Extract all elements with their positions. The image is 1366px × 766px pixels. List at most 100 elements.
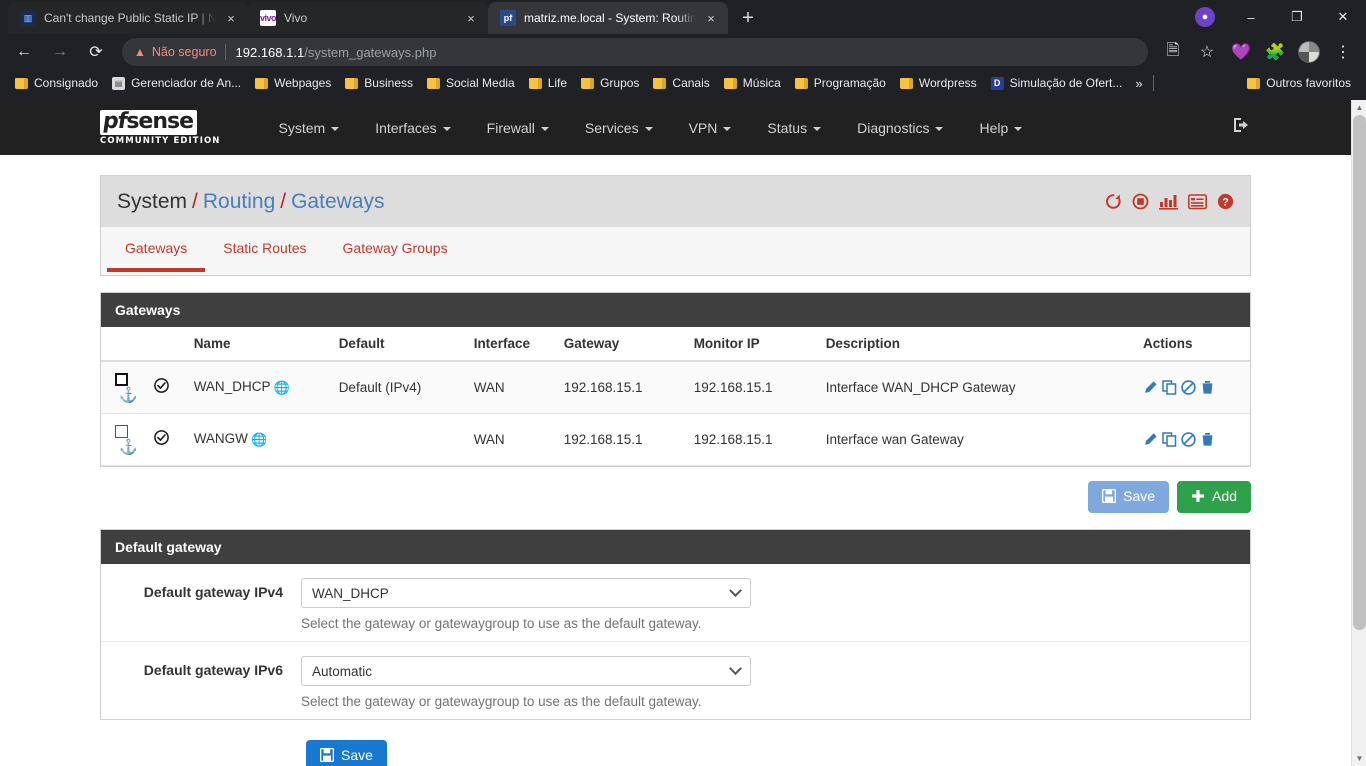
back-icon[interactable]: ← (9, 37, 39, 67)
row-checkbox[interactable] (115, 372, 128, 386)
copy-icon[interactable] (1162, 432, 1177, 447)
tab-gateways[interactable]: Gateways (107, 227, 206, 272)
page-scrollbar[interactable]: ▲ ▼ (1351, 100, 1366, 766)
stop-icon[interactable] (1132, 193, 1149, 210)
bookmark-label: Programação (813, 76, 886, 90)
d-icon: D (990, 76, 1004, 90)
anchor-icon[interactable]: ⚓ (119, 387, 138, 404)
bookmarks-divider (1152, 75, 1154, 91)
edit-icon[interactable] (1143, 380, 1158, 395)
menu-item-diagnostics[interactable]: Diagnostics (839, 120, 961, 136)
bookmark-item[interactable]: Social Media (420, 72, 522, 94)
logo-sense: sense (126, 108, 194, 134)
bookmark-star-icon[interactable]: ☆ (1192, 37, 1222, 67)
browser-tab-1[interactable]: ▥ Can't change Public Static IP | Ne × (8, 2, 248, 34)
forward-icon[interactable]: → (45, 37, 75, 67)
tab-gateway-groups[interactable]: Gateway Groups (325, 227, 466, 272)
bookmark-item[interactable]: Programação (788, 72, 893, 94)
tab-static-routes[interactable]: Static Routes (205, 227, 324, 272)
menu-item-help[interactable]: Help (961, 120, 1040, 136)
warning-triangle-icon: ▲ (134, 45, 146, 59)
bookmark-item[interactable]: ▤ Gerenciador de An... (105, 72, 248, 94)
delete-icon[interactable] (1200, 432, 1215, 447)
bookmark-item[interactable]: Business (338, 72, 420, 94)
chevron-down-icon (729, 583, 742, 597)
default-gateway-ipv6-select[interactable]: Automatic (301, 656, 751, 686)
close-icon[interactable]: × (702, 9, 720, 27)
table-header-row: Name Default Interface Gateway Monitor I… (101, 327, 1250, 362)
menu-item-services[interactable]: Services (567, 120, 671, 136)
browser-tab-2[interactable]: vivo Vivo × (248, 2, 488, 34)
profile-badge-icon[interactable]: ● (1182, 0, 1228, 34)
row-select-cell: ⚓ (101, 413, 146, 466)
bookmark-item[interactable]: Life (522, 72, 574, 94)
status-chart-icon[interactable] (1159, 193, 1178, 210)
form-save-button[interactable]: Save (306, 740, 387, 766)
delete-icon[interactable] (1200, 380, 1215, 395)
logout-icon[interactable] (1233, 117, 1251, 138)
new-tab-button[interactable]: + (734, 4, 762, 32)
chevron-down-icon (331, 126, 340, 131)
gateway-name: WANGW (193, 431, 248, 446)
chrome-menu-icon[interactable]: ⋮ (1328, 37, 1358, 67)
bookmark-label: Wordpress (918, 76, 977, 90)
other-bookmarks-item[interactable]: Outros favoritos (1240, 72, 1358, 94)
breadcrumb-routing[interactable]: Routing (203, 190, 275, 213)
globe-icon: 🌐 (273, 380, 290, 395)
reload-icon[interactable] (1105, 193, 1122, 210)
browser-tab-3[interactable]: pf matriz.me.local - System: Routing × (488, 2, 728, 34)
default-gateway-ipv4-select[interactable]: WAN_DHCP (301, 578, 751, 608)
anchor-icon[interactable]: ⚓ (119, 439, 138, 456)
breadcrumb-separator: / (280, 189, 287, 213)
address-bar[interactable]: ▲ Não seguro 192.168.1.1 /system_gateway… (122, 38, 1148, 66)
log-list-icon[interactable] (1188, 193, 1207, 210)
reload-icon[interactable]: ⟳ (81, 37, 111, 67)
scrollbar-thumb[interactable] (1353, 115, 1366, 630)
disable-icon[interactable] (1181, 432, 1196, 447)
bookmark-item[interactable]: Wordpress (893, 72, 984, 94)
column-actions: Actions (1135, 327, 1250, 362)
bookmark-item[interactable]: Canais (646, 72, 716, 94)
row-status-cell (145, 413, 186, 466)
breadcrumb-gateways[interactable]: Gateways (291, 190, 384, 213)
disable-icon[interactable] (1181, 380, 1196, 395)
help-icon[interactable]: ? (1217, 193, 1234, 210)
close-icon[interactable]: × (222, 9, 240, 27)
maximize-button[interactable]: ❐ (1274, 0, 1320, 34)
bookmark-item[interactable]: Webpages (248, 72, 338, 94)
table-row[interactable]: ⚓ WANGW 🌐 WAN 192.168.15.1 192.168.15.1 … (101, 413, 1250, 466)
bookmarks-overflow-icon[interactable]: » (1129, 76, 1148, 91)
translate-icon[interactable]: 🗎 (1158, 37, 1188, 67)
row-checkbox[interactable] (115, 424, 128, 438)
bookmark-item[interactable]: Música (717, 72, 788, 94)
row-default-cell (330, 413, 466, 466)
profile-avatar[interactable] (1294, 37, 1324, 67)
menu-item-vpn[interactable]: VPN (671, 120, 750, 136)
menu-item-status[interactable]: Status (749, 120, 839, 136)
logo-pf: pf (101, 108, 129, 134)
copy-icon[interactable] (1162, 380, 1177, 395)
security-status-label[interactable]: Não seguro (152, 45, 217, 59)
scroll-down-icon[interactable]: ▼ (1352, 751, 1366, 766)
minimize-button[interactable]: – (1228, 0, 1274, 34)
extensions-puzzle-icon[interactable]: 🧩 (1260, 37, 1290, 67)
page-content: System / Routing / Gateways ? Gateways S… (0, 175, 1351, 766)
bookmark-item[interactable]: Consignado (8, 72, 105, 94)
save-button[interactable]: Save (1088, 481, 1170, 513)
close-icon[interactable]: × (462, 9, 480, 27)
bookmark-label: Música (742, 76, 781, 90)
menu-item-firewall[interactable]: Firewall (469, 120, 567, 136)
bookmark-item[interactable]: Grupos (574, 72, 646, 94)
add-button[interactable]: Add (1177, 481, 1251, 513)
status-ok-icon (153, 378, 169, 397)
table-row[interactable]: ⚓ WAN_DHCP 🌐 Default (IPv4) WAN 192.168.… (101, 361, 1250, 414)
folder-icon (723, 77, 737, 90)
scroll-up-icon[interactable]: ▲ (1352, 100, 1366, 115)
pfsense-logo[interactable]: pfsense COMMUNITY EDITION (100, 108, 221, 146)
menu-item-interfaces[interactable]: Interfaces (357, 120, 468, 136)
edit-icon[interactable] (1143, 432, 1158, 447)
close-window-button[interactable]: ✕ (1320, 0, 1366, 34)
menu-item-system[interactable]: System (261, 120, 358, 136)
bookmark-item[interactable]: D Simulação de Ofert... (984, 72, 1130, 94)
heart-icon[interactable]: 💜 (1226, 37, 1256, 67)
